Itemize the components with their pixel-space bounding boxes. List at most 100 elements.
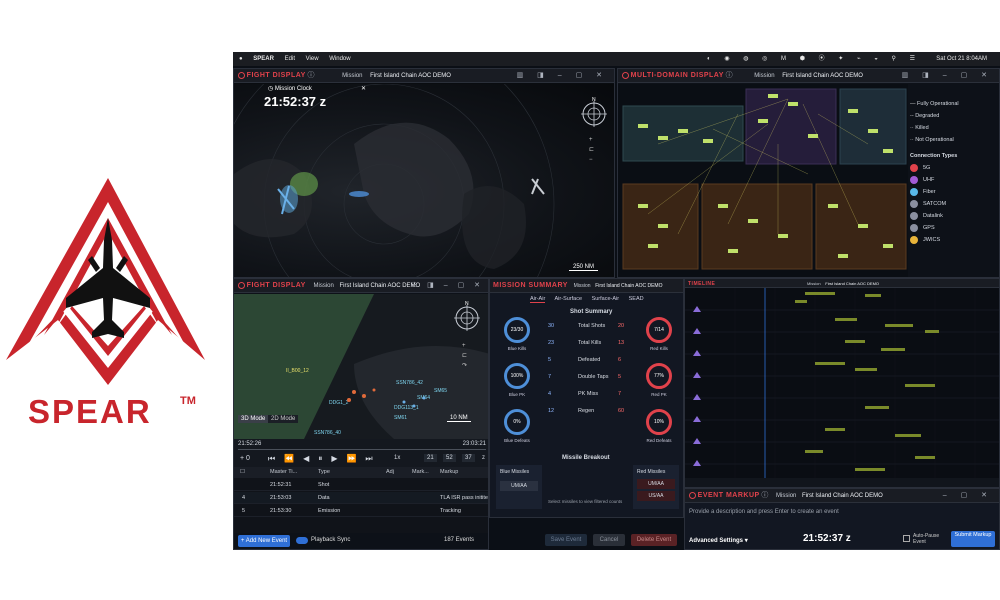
connection-type-item[interactable]: Datalink bbox=[910, 212, 999, 220]
em-titlebar: EVENT MARKUP ⓘ Mission First Island Chai… bbox=[685, 489, 999, 503]
table-row[interactable]: 21:52:31 Shot bbox=[234, 479, 488, 491]
col-markup[interactable]: Markup bbox=[440, 467, 458, 478]
cancel-button[interactable]: Cancel bbox=[593, 534, 625, 546]
missile-chip[interactable]: UM/AA bbox=[637, 479, 675, 489]
md-titlebar: MULTI-DOMAIN DISPLAY ⓘ Mission First Isl… bbox=[618, 69, 999, 83]
add-new-event-button[interactable]: + Add New Event bbox=[238, 535, 290, 547]
time-hours[interactable]: 21 bbox=[424, 454, 437, 462]
summary-label: Regen bbox=[578, 408, 595, 414]
menu-window[interactable]: Window bbox=[329, 56, 350, 62]
submit-markup-button[interactable]: Submit Markup bbox=[951, 531, 995, 547]
summary-blue-value: 7 bbox=[548, 374, 552, 380]
mission-value[interactable]: First Island Chain AOC DEMO bbox=[802, 493, 883, 499]
connection-type-item[interactable]: GPS bbox=[910, 224, 999, 232]
connection-type-item[interactable]: Fiber bbox=[910, 188, 999, 196]
network-graph[interactable] bbox=[618, 84, 908, 278]
select-all-icon[interactable]: ☐ bbox=[240, 467, 245, 478]
table-row[interactable]: 4 21:53:03 Data TLA ISR pass initites data … bbox=[234, 492, 488, 504]
window-controls[interactable]: ⚇ ◨ – ▢ ✕ bbox=[411, 279, 484, 293]
col-type[interactable]: Type bbox=[318, 467, 330, 478]
legend-degraded: -- Degraded bbox=[910, 113, 940, 119]
mission-label: Mission bbox=[313, 283, 334, 289]
auto-pause-label: Auto-Pause Event bbox=[913, 533, 940, 545]
legend-killed: ·· Killed bbox=[910, 125, 929, 131]
window-controls[interactable]: – ▢ ✕ bbox=[943, 489, 993, 503]
delete-event-button[interactable]: Delete Event bbox=[631, 534, 677, 546]
gauge-label: Red Defeats bbox=[646, 438, 672, 443]
trademark: TM bbox=[180, 395, 196, 407]
track-label[interactable]: SM65 bbox=[434, 388, 447, 394]
map-scale: 250 NM bbox=[569, 264, 599, 271]
tab-air-air[interactable]: Air-Air bbox=[530, 296, 546, 303]
save-event-button[interactable]: Save Event bbox=[545, 534, 587, 546]
track-label[interactable]: II_B00_12 bbox=[286, 368, 309, 374]
speed-select[interactable]: 1x bbox=[394, 455, 400, 461]
window-controls[interactable]: ▥ ◨ – ▢ ✕ bbox=[517, 69, 608, 83]
track-label[interactable]: SM61 bbox=[394, 415, 407, 421]
track-label[interactable]: DDG1_2 bbox=[329, 400, 349, 406]
multi-domain-window: MULTI-DOMAIN DISPLAY ⓘ Mission First Isl… bbox=[617, 68, 1000, 278]
add-step-icon[interactable]: + 0 bbox=[240, 455, 250, 462]
summary-red-value: 60 bbox=[618, 408, 625, 414]
info-icon[interactable]: ⓘ bbox=[307, 72, 314, 79]
window-controls[interactable]: ▥ ◨ – ▢ ✕ bbox=[902, 69, 993, 83]
track-label[interactable]: SSN786_42 bbox=[396, 380, 423, 386]
connection-type-item[interactable]: JWICS bbox=[910, 236, 999, 244]
col-master-time[interactable]: Master Ti... bbox=[270, 467, 297, 478]
mode-2d-button[interactable]: 2D Mode bbox=[268, 415, 299, 423]
playback-sync-toggle[interactable] bbox=[296, 537, 308, 544]
cell-markup: TLA ISR pass initites data flow, SM6 Fir… bbox=[440, 495, 488, 501]
playback-bar: 21:52:26 23:03:21 + 0 ⏮⏪◀⏸▶⏩⏭ 1x 21 52 3… bbox=[234, 439, 488, 467]
mode-3d-button[interactable]: 3D Mode bbox=[238, 415, 269, 423]
time-minutes[interactable]: 52 bbox=[443, 454, 456, 462]
close-icon[interactable]: ✕ bbox=[361, 85, 366, 92]
zoom-controls[interactable]: + ⊏ ↷ bbox=[462, 341, 467, 371]
compass-icon[interactable]: N bbox=[579, 97, 609, 127]
info-icon[interactable]: ⓘ bbox=[761, 492, 768, 499]
table-row[interactable]: 5 21:53:30 Emission Tracking bbox=[234, 505, 488, 517]
zoom-controls[interactable]: + ⊏ − bbox=[589, 135, 594, 165]
tab-sead[interactable]: SEAD bbox=[629, 296, 644, 302]
missile-chip[interactable]: UM/AA bbox=[500, 481, 538, 491]
tab-air-surface[interactable]: Air-Surface bbox=[555, 296, 583, 302]
mission-value[interactable]: First Island Chain AOC DEMO bbox=[370, 73, 451, 79]
missile-chip[interactable]: US/AA bbox=[637, 491, 675, 501]
connection-type-item[interactable]: UHF bbox=[910, 176, 999, 184]
summary-blue-value: 5 bbox=[548, 357, 552, 363]
playback-scrubber[interactable] bbox=[238, 449, 486, 450]
event-count: 187 Events bbox=[444, 537, 475, 543]
menu-edit[interactable]: Edit bbox=[285, 56, 295, 62]
mission-clock-value: 21:52:37 z bbox=[264, 94, 327, 109]
col-adj[interactable]: Adj bbox=[386, 467, 394, 478]
summary-label: Defeated bbox=[578, 357, 601, 363]
info-icon[interactable]: ⓘ bbox=[726, 72, 733, 79]
connection-type-item[interactable]: 5G bbox=[910, 164, 999, 172]
mission-value[interactable]: First Island Chain AOC DEMO bbox=[782, 73, 863, 79]
advanced-settings-toggle[interactable]: Advanced Settings ▾ bbox=[689, 537, 748, 544]
summary-label: Total Kills bbox=[578, 340, 602, 346]
timeline-chart[interactable] bbox=[685, 288, 1000, 488]
playback-controls[interactable]: ⏮⏪◀⏸▶⏩⏭ bbox=[268, 454, 382, 464]
mission-value[interactable]: First Island Chain AOC DEMO bbox=[595, 283, 662, 289]
col-mark[interactable]: Mark... bbox=[412, 467, 429, 478]
legend-fully-operational: — Fully Operational bbox=[910, 101, 959, 107]
apple-icon[interactable]: ● bbox=[239, 56, 243, 62]
mission-value[interactable]: First Island Chain AOC DEMO bbox=[825, 281, 879, 286]
left-gauge: 0% Blue Defeats bbox=[498, 409, 536, 453]
fight-display-titlebar: FIGHT DISPLAY Mission First Island Chain… bbox=[234, 279, 488, 293]
connection-type-item[interactable]: SATCOM bbox=[910, 200, 999, 208]
auto-pause-checkbox[interactable] bbox=[903, 535, 910, 542]
menu-view[interactable]: View bbox=[306, 56, 319, 62]
mission-clock-label: Mission Clock bbox=[274, 86, 312, 92]
status-legend: — Fully Operational -- Degraded ·· Kille… bbox=[910, 101, 999, 248]
compass-icon[interactable]: N bbox=[452, 301, 482, 331]
tab-surface-air[interactable]: Surface-Air bbox=[592, 296, 620, 302]
connection-type-label: GPS bbox=[923, 225, 935, 231]
description-input[interactable]: Provide a description and press Enter to… bbox=[689, 509, 989, 515]
menu-app[interactable]: SPEAR bbox=[253, 56, 274, 62]
cell-type: Emission bbox=[318, 508, 341, 514]
zulu-suffix: z bbox=[482, 455, 485, 461]
mission-value[interactable]: First Island Chain AOC DEMO bbox=[340, 283, 421, 289]
time-seconds[interactable]: 37 bbox=[462, 454, 475, 462]
track-label[interactable]: SSN786_40 bbox=[314, 430, 341, 436]
